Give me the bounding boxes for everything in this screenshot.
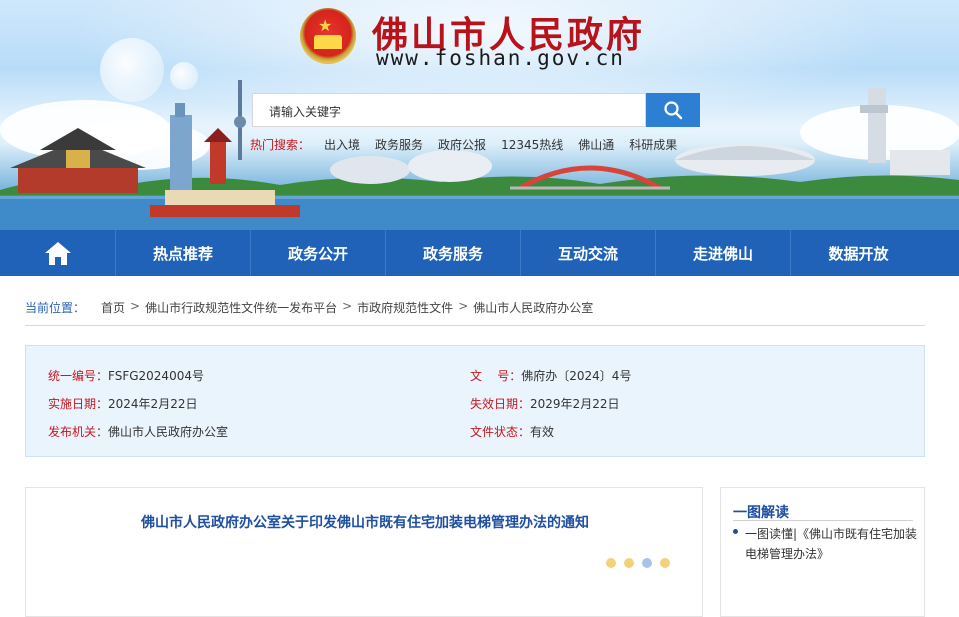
main-nav: 热点推荐 政务公开 政务服务 互动交流 走进佛山 数据开放 bbox=[0, 230, 959, 276]
hot-search: 热门搜索： 出入境 政务服务 政府公报 12345热线 佛山通 科研成果 bbox=[250, 136, 692, 153]
meta-issuer: 发布机关： 佛山市人民政府办公室 bbox=[48, 423, 228, 440]
sidebar-panel: 一图解读 一图读懂|《佛山市既有住宅加装电梯管理办法》 bbox=[720, 487, 925, 617]
search-input[interactable]: 请输入关键字 bbox=[252, 93, 646, 127]
meta-status-key: 文件状态： bbox=[470, 425, 531, 439]
breadcrumb-label: 当前位置： bbox=[25, 301, 86, 315]
nav-home[interactable] bbox=[0, 230, 116, 276]
article-title: 佛山市人民政府办公室关于印发佛山市既有住宅加装电梯管理办法的通知 bbox=[141, 515, 589, 531]
list-bullet bbox=[733, 529, 738, 534]
hot-search-item[interactable]: 出入境 bbox=[324, 136, 360, 153]
breadcrumb-office[interactable]: 佛山市人民政府办公室 bbox=[473, 299, 593, 316]
nav-item-interaction[interactable]: 互动交流 bbox=[521, 230, 656, 276]
meta-effective-value: 2024年2月22日 bbox=[108, 397, 198, 411]
meta-effective-key: 实施日期： bbox=[48, 397, 109, 411]
meta-expire-key: 失效日期： bbox=[470, 397, 531, 411]
meta-effective: 实施日期： 2024年2月22日 bbox=[48, 395, 197, 412]
nav-item-gov-open[interactable]: 政务公开 bbox=[251, 230, 386, 276]
sidebar-divider bbox=[733, 520, 913, 521]
hot-search-item[interactable]: 政务服务 bbox=[375, 136, 423, 153]
breadcrumb-divider bbox=[25, 325, 925, 326]
nav-item-open-data[interactable]: 数据开放 bbox=[791, 230, 926, 276]
hot-search-item[interactable]: 政府公报 bbox=[438, 136, 486, 153]
meta-serial-key: 统一编号： bbox=[48, 369, 109, 383]
control-dot[interactable] bbox=[660, 558, 670, 568]
hot-search-item[interactable]: 12345热线 bbox=[501, 136, 563, 153]
nav-item-about-foshan[interactable]: 走进佛山 bbox=[656, 230, 791, 276]
article-panel: 佛山市人民政府办公室关于印发佛山市既有住宅加装电梯管理办法的通知 bbox=[25, 487, 703, 617]
search-icon bbox=[664, 101, 683, 120]
hot-search-item[interactable]: 科研成果 bbox=[629, 136, 677, 153]
meta-expire-value: 2029年2月22日 bbox=[530, 397, 620, 411]
meta-expire: 失效日期： 2029年2月22日 bbox=[470, 395, 619, 412]
meta-issuer-value: 佛山市人民政府办公室 bbox=[108, 425, 229, 439]
breadcrumb-normative-docs[interactable]: 市政府规范性文件 bbox=[357, 299, 453, 316]
national-emblem-icon: ★ bbox=[300, 8, 356, 64]
document-meta-panel: 统一编号： FSFG2024004号 文 号： 佛府办〔2024〕4号 实施日期… bbox=[25, 345, 925, 457]
home-icon bbox=[44, 242, 71, 265]
meta-status: 文件状态： 有效 bbox=[470, 423, 554, 440]
meta-docno-value: 佛府办〔2024〕4号 bbox=[521, 369, 632, 383]
sidebar-item-infographic[interactable]: 一图读懂|《佛山市既有住宅加装电梯管理办法》 bbox=[745, 524, 920, 564]
header-banner: ★ 佛山市人民政府 www.foshan.gov.cn 请输入关键字 热门搜索：… bbox=[0, 0, 959, 230]
control-dot[interactable] bbox=[624, 558, 634, 568]
search-button[interactable] bbox=[646, 93, 700, 127]
meta-docno: 文 号： 佛府办〔2024〕4号 bbox=[470, 367, 631, 384]
site-url: www.foshan.gov.cn bbox=[376, 46, 625, 70]
nav-item-hot[interactable]: 热点推荐 bbox=[116, 230, 251, 276]
sidebar-title: 一图解读 bbox=[733, 505, 789, 521]
meta-docno-key: 文 号： bbox=[470, 369, 522, 383]
control-dot[interactable] bbox=[606, 558, 616, 568]
meta-status-value: 有效 bbox=[530, 425, 555, 439]
breadcrumb-platform[interactable]: 佛山市行政规范性文件统一发布平台 bbox=[145, 299, 337, 316]
hot-search-item[interactable]: 佛山通 bbox=[578, 136, 614, 153]
breadcrumb-separator: > bbox=[130, 299, 141, 313]
meta-serial-value: FSFG2024004号 bbox=[108, 369, 204, 383]
breadcrumb-separator: > bbox=[342, 299, 353, 313]
font-size-controls bbox=[606, 558, 678, 568]
control-dot[interactable] bbox=[642, 558, 652, 568]
meta-serial: 统一编号： FSFG2024004号 bbox=[48, 367, 204, 384]
nav-item-gov-service[interactable]: 政务服务 bbox=[386, 230, 521, 276]
breadcrumb-separator: > bbox=[458, 299, 469, 313]
breadcrumb-home[interactable]: 首页 bbox=[101, 299, 125, 316]
hot-search-label: 热门搜索： bbox=[250, 138, 311, 152]
breadcrumb: 当前位置： 首页 > 佛山市行政规范性文件统一发布平台 > 市政府规范性文件 >… bbox=[25, 299, 593, 316]
meta-issuer-key: 发布机关： bbox=[48, 425, 109, 439]
